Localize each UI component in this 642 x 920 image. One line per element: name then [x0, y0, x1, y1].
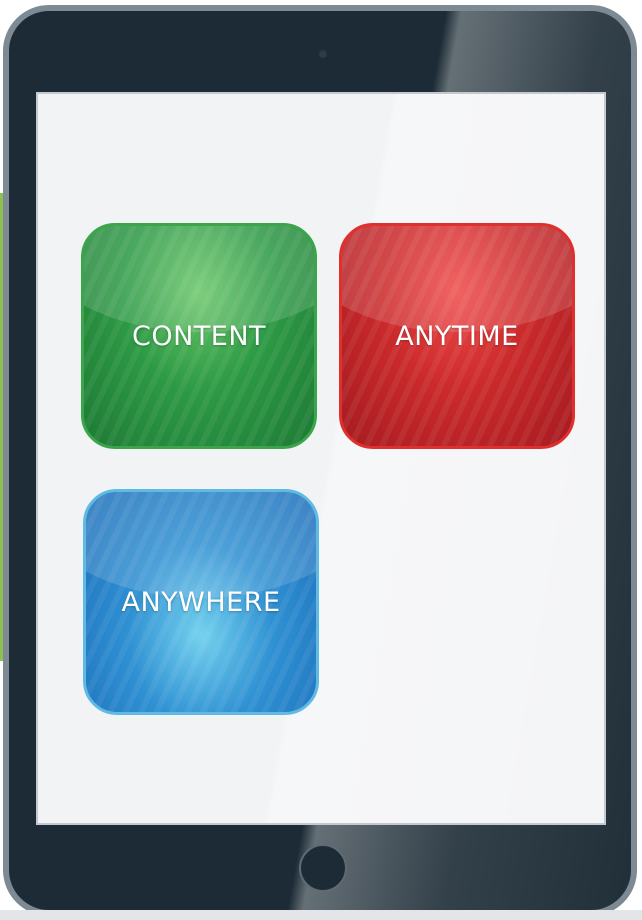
tile-shine [342, 226, 572, 332]
content-app-tile[interactable]: CONTENT [81, 223, 317, 449]
anytime-app-tile[interactable]: ANYTIME [339, 223, 575, 449]
tile-shine [84, 226, 314, 332]
home-button[interactable] [299, 844, 347, 892]
bottom-strip [0, 910, 642, 920]
anywhere-app-tile[interactable]: ANYWHERE [83, 489, 319, 715]
tile-shine [86, 492, 316, 598]
camera-icon [318, 49, 328, 59]
content-tile-label: CONTENT [131, 320, 267, 352]
tablet-screen [36, 92, 606, 825]
anywhere-tile-label: ANYWHERE [121, 586, 281, 618]
anytime-tile-label: ANYTIME [395, 320, 519, 352]
